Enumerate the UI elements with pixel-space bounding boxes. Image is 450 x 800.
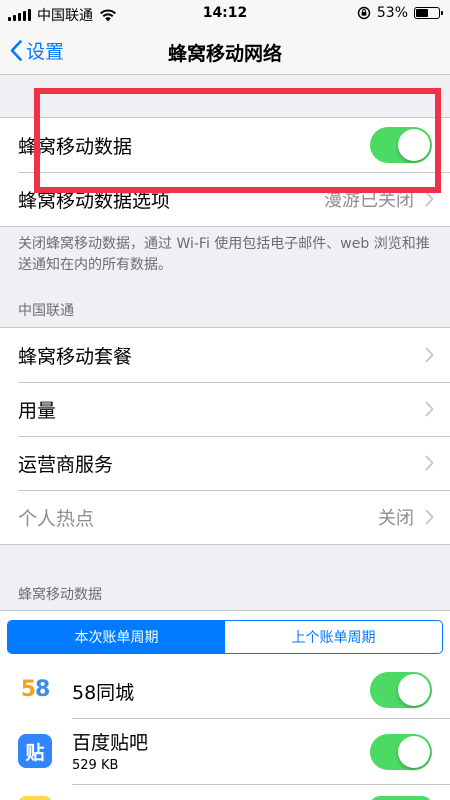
carrier-services-row[interactable]: 运营商服务 xyxy=(0,436,450,490)
billing-period-segmented-control: 本次账单周期 上个账单周期 xyxy=(7,620,443,654)
app-name: 百度贴吧 xyxy=(72,732,149,754)
carrier-services-label: 运营商服务 xyxy=(18,453,114,476)
usage-row[interactable]: 用量 xyxy=(0,382,450,436)
billing-period-container: 本次账单周期 上个账单周期 xyxy=(0,610,450,662)
app-list: 58 58同城 贴 百度贴吧 529 KB xyxy=(0,662,450,800)
usage-section-header: 蜂窝移动数据 xyxy=(18,587,102,603)
personal-hotspot-label: 个人热点 xyxy=(18,507,95,530)
toggle-knob xyxy=(398,674,430,706)
chevron-right-icon xyxy=(425,401,434,417)
partial-app-toggle[interactable] xyxy=(370,796,432,800)
58tongcheng-app-icon: 58 xyxy=(18,672,52,706)
current-period-segment[interactable]: 本次账单周期 xyxy=(8,621,225,653)
status-right: 53% xyxy=(357,5,443,21)
app-data-usage: 529 KB xyxy=(72,758,119,773)
page-title: 蜂窝移动网络 xyxy=(167,43,282,65)
cellular-data-footer-note: 关闭蜂窝移动数据，通过 Wi-Fi 使用包括电子邮件、web 浏览和推送通知在内… xyxy=(18,236,430,273)
battery-percent: 53% xyxy=(376,5,408,21)
usage-label: 用量 xyxy=(18,399,57,422)
chevron-right-icon xyxy=(425,509,434,525)
app-row-partial xyxy=(0,784,450,800)
battery-fill xyxy=(416,9,428,17)
personal-hotspot-row[interactable]: 个人热点 关闭 xyxy=(0,490,450,544)
app-cellular-toggle[interactable] xyxy=(370,734,432,770)
navigation-bar: 设置 蜂窝移动网络 xyxy=(0,27,450,75)
chevron-right-icon xyxy=(425,191,434,207)
last-period-segment[interactable]: 上个账单周期 xyxy=(225,621,442,653)
app-icon-glyph: 贴 xyxy=(25,741,45,764)
toggle-knob xyxy=(398,736,430,768)
chevron-right-icon xyxy=(425,347,434,363)
personal-hotspot-status: 关闭 xyxy=(378,508,414,529)
app-cellular-toggle[interactable] xyxy=(370,672,432,708)
baidu-tieba-app-icon: 贴 xyxy=(18,734,52,768)
plan-row[interactable]: 蜂窝移动套餐 xyxy=(0,328,450,382)
orientation-lock-icon xyxy=(357,6,371,20)
status-bar: 中国联通 14:12 53% xyxy=(0,0,450,27)
app-row-58tongcheng: 58 58同城 xyxy=(0,662,450,718)
plan-label: 蜂窝移动套餐 xyxy=(18,345,133,368)
partial-app-icon xyxy=(18,796,52,800)
app-row-baidu-tieba: 贴 百度贴吧 529 KB xyxy=(0,718,450,784)
chevron-right-icon xyxy=(425,455,434,471)
carrier-group: 蜂窝移动套餐 用量 运营商服务 个人热点 关闭 xyxy=(0,327,450,545)
battery-icon xyxy=(414,7,443,19)
highlight-box xyxy=(34,88,441,193)
app-name: 58同城 xyxy=(72,682,135,704)
carrier-section-header: 中国联通 xyxy=(18,303,74,319)
